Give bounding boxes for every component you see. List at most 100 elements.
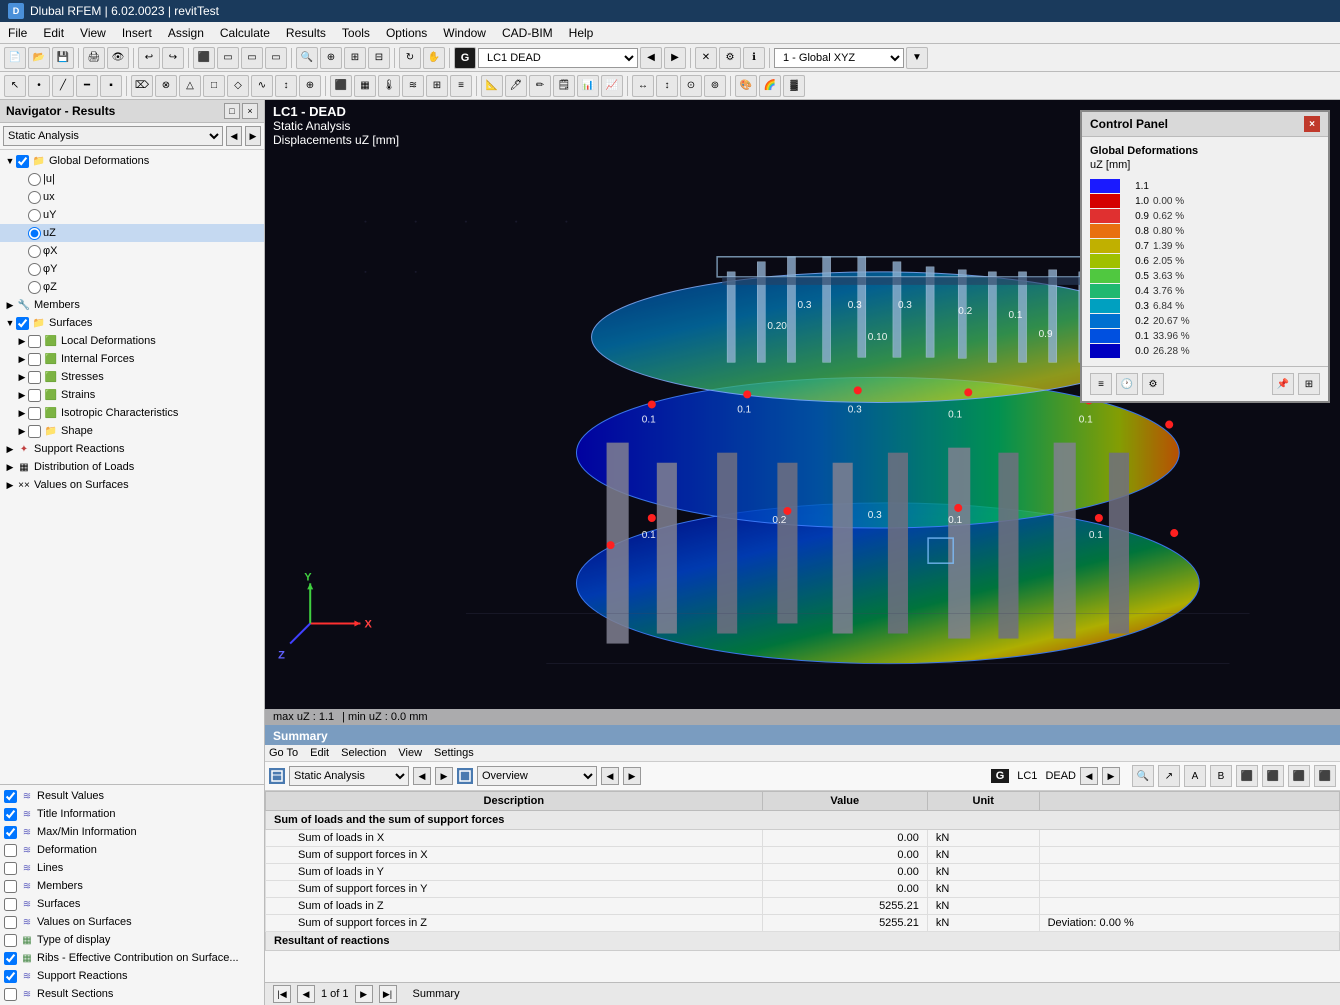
- tree-item-surfaces-b[interactable]: ≋ Surfaces: [0, 895, 264, 913]
- tree-item-local-deformations[interactable]: ▶ 🟩 Local Deformations: [0, 332, 264, 350]
- view-yz-button[interactable]: ▭: [265, 47, 287, 69]
- check-values-surfaces-b[interactable]: [4, 916, 17, 929]
- node-button[interactable]: •: [28, 75, 50, 97]
- radio-uy[interactable]: [28, 209, 41, 222]
- vis3[interactable]: 🌡: [378, 75, 400, 97]
- summary-selection[interactable]: Selection: [341, 747, 386, 759]
- summary-icon-4[interactable]: B: [1210, 765, 1232, 787]
- extra2[interactable]: ↕: [656, 75, 678, 97]
- tree-item-stresses[interactable]: ▶ 🟩 Stresses: [0, 368, 264, 386]
- check-result-values[interactable]: [4, 790, 17, 803]
- lc-next[interactable]: ▶: [664, 47, 686, 69]
- view-xz-button[interactable]: ▭: [241, 47, 263, 69]
- radio-phiy[interactable]: [28, 263, 41, 276]
- tool6[interactable]: ∿: [251, 75, 273, 97]
- render6[interactable]: 📈: [601, 75, 623, 97]
- tree-item-ux[interactable]: ux: [0, 188, 264, 206]
- summary-icon-1[interactable]: 🔍: [1132, 765, 1154, 787]
- summary-icon-5[interactable]: ⬛: [1236, 765, 1258, 787]
- tree-item-isotropic[interactable]: ▶ 🟩 Isotropic Characteristics: [0, 404, 264, 422]
- check-shape[interactable]: [28, 425, 41, 438]
- toggle-global-deformations[interactable]: ▼: [4, 155, 16, 167]
- tree-item-result-sections[interactable]: ≋ Result Sections: [0, 985, 264, 1003]
- select-button[interactable]: ↖: [4, 75, 26, 97]
- tree-item-strains[interactable]: ▶ 🟩 Strains: [0, 386, 264, 404]
- menu-file[interactable]: File: [0, 24, 35, 42]
- tree-item-distribution-loads[interactable]: ▶ ▦ Distribution of Loads: [0, 458, 264, 476]
- toggle-strains[interactable]: ▶: [16, 389, 28, 401]
- check-surfaces[interactable]: [16, 317, 29, 330]
- tree-item-values-on-surfaces[interactable]: ▶ ×× Values on Surfaces: [0, 476, 264, 494]
- check-global-deformations[interactable]: [16, 155, 29, 168]
- toggle-isotropic[interactable]: ▶: [16, 407, 28, 419]
- view-xy-button[interactable]: ▭: [217, 47, 239, 69]
- check-support-reactions-b[interactable]: [4, 970, 17, 983]
- redo-button[interactable]: ↪: [162, 47, 184, 69]
- menu-window[interactable]: Window: [435, 24, 494, 42]
- settings-button[interactable]: ⚙: [719, 47, 741, 69]
- cp-expand-btn[interactable]: ⊞: [1298, 373, 1320, 395]
- tree-item-phiy[interactable]: φY: [0, 260, 264, 278]
- tree-item-deformation[interactable]: ≋ Deformation: [0, 841, 264, 859]
- vis4[interactable]: ≋: [402, 75, 424, 97]
- print-button[interactable]: 🖨: [83, 47, 105, 69]
- summary-icon-2[interactable]: ↗: [1158, 765, 1180, 787]
- menu-results[interactable]: Results: [278, 24, 334, 42]
- view-drop[interactable]: ▼: [906, 47, 928, 69]
- toggle-support-reactions[interactable]: ▶: [4, 443, 16, 455]
- tool5[interactable]: ◇: [227, 75, 249, 97]
- rotate-button[interactable]: ↻: [399, 47, 421, 69]
- check-title-info[interactable]: [4, 808, 17, 821]
- toggle-stresses[interactable]: ▶: [16, 371, 28, 383]
- summary-overview-next[interactable]: ▶: [623, 767, 641, 785]
- tree-item-phix[interactable]: φX: [0, 242, 264, 260]
- menu-tools[interactable]: Tools: [334, 24, 378, 42]
- summary-icon-8[interactable]: ⬛: [1314, 765, 1336, 787]
- tree-item-uz[interactable]: uZ: [0, 224, 264, 242]
- toggle-distribution-loads[interactable]: ▶: [4, 461, 16, 473]
- extra3[interactable]: ⊙: [680, 75, 702, 97]
- menu-assign[interactable]: Assign: [160, 24, 212, 42]
- summary-lc-prev[interactable]: ◀: [1080, 767, 1098, 785]
- vis6[interactable]: ≡: [450, 75, 472, 97]
- summary-prev-btn[interactable]: ◀: [413, 767, 431, 785]
- color3[interactable]: ▓: [783, 75, 805, 97]
- render3[interactable]: ✏: [529, 75, 551, 97]
- nav-restore-button[interactable]: □: [224, 103, 240, 119]
- check-maxmin-info[interactable]: [4, 826, 17, 839]
- pg-last[interactable]: ▶|: [379, 985, 397, 1003]
- tool8[interactable]: ⊕: [299, 75, 321, 97]
- line-button[interactable]: ╱: [52, 75, 74, 97]
- menu-edit[interactable]: Edit: [35, 24, 72, 42]
- summary-goto[interactable]: Go To: [269, 747, 298, 759]
- view-select[interactable]: 1 - Global XYZ: [774, 48, 904, 68]
- zoom-select-button[interactable]: ⊕: [320, 47, 342, 69]
- color2[interactable]: 🌈: [759, 75, 781, 97]
- summary-icon-3[interactable]: A: [1184, 765, 1206, 787]
- tree-item-shape[interactable]: ▶ 📁 Shape: [0, 422, 264, 440]
- surface-button[interactable]: ▪: [100, 75, 122, 97]
- toggle-surfaces[interactable]: ▼: [4, 317, 16, 329]
- tree-item-uy[interactable]: uY: [0, 206, 264, 224]
- tool3[interactable]: △: [179, 75, 201, 97]
- tree-item-members-b[interactable]: ≋ Members: [0, 877, 264, 895]
- toggle-local-deformations[interactable]: ▶: [16, 335, 28, 347]
- cross-button[interactable]: ✕: [695, 47, 717, 69]
- menu-options[interactable]: Options: [378, 24, 435, 42]
- cp-table-btn[interactable]: ≡: [1090, 373, 1112, 395]
- toggle-members[interactable]: ▶: [4, 299, 16, 311]
- render4[interactable]: 🗒: [553, 75, 575, 97]
- extra1[interactable]: ↔: [632, 75, 654, 97]
- tool2[interactable]: ⊗: [155, 75, 177, 97]
- radio-uz[interactable]: [28, 227, 41, 240]
- tree-item-maxmin-info[interactable]: ≋ Max/Min Information: [0, 823, 264, 841]
- tree-item-support-reactions-b[interactable]: ≋ Support Reactions: [0, 967, 264, 985]
- render1[interactable]: 📐: [481, 75, 503, 97]
- check-internal-forces[interactable]: [28, 353, 41, 366]
- tree-item-members[interactable]: ▶ 🔧 Members: [0, 296, 264, 314]
- menu-calculate[interactable]: Calculate: [212, 24, 278, 42]
- radio-u-abs[interactable]: [28, 173, 41, 186]
- tree-item-lines-b[interactable]: ≋ Lines: [0, 859, 264, 877]
- summary-overview-select[interactable]: Overview: [477, 766, 597, 786]
- radio-ux[interactable]: [28, 191, 41, 204]
